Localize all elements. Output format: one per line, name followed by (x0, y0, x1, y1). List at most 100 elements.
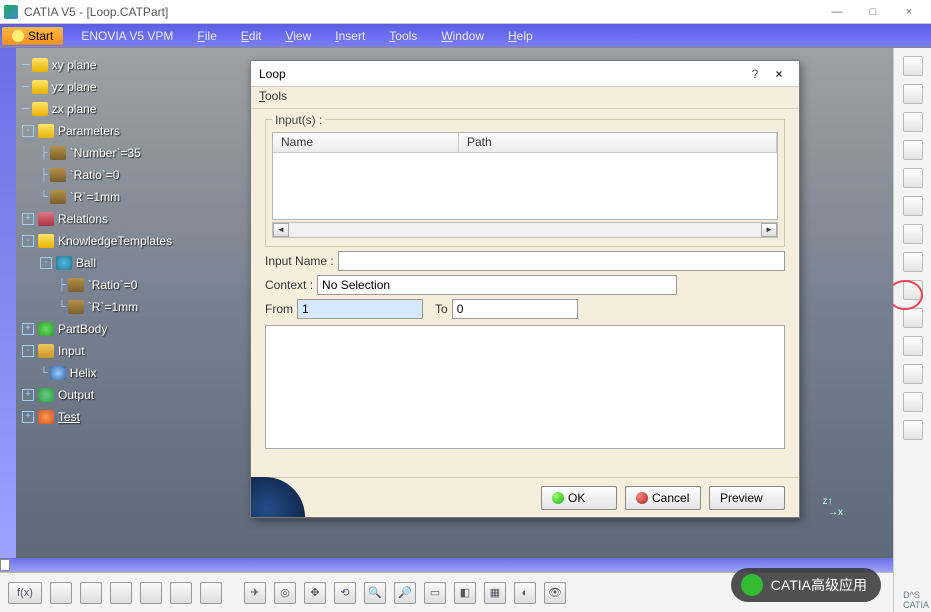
start-menu[interactable]: Start (2, 27, 63, 45)
tool-btn-3[interactable] (110, 582, 132, 604)
tree-zx-plane[interactable]: zx plane (52, 99, 97, 119)
tool-icon[interactable] (903, 56, 923, 76)
tool-btn-1[interactable] (50, 582, 72, 604)
dialog-menu-tools[interactable]: Tools (259, 89, 287, 103)
cancel-button[interactable]: Cancel (625, 486, 701, 510)
from-field[interactable] (297, 299, 423, 319)
normal-button[interactable]: ▭ (424, 582, 446, 604)
output-icon (38, 388, 54, 402)
search-icon[interactable] (903, 308, 923, 328)
iso-button[interactable]: ◧ (454, 582, 476, 604)
table-icon[interactable] (903, 252, 923, 272)
dialog-titlebar[interactable]: Loop ? × (251, 61, 799, 87)
left-toolbar-strip (0, 48, 16, 572)
expand-icon[interactable]: + (22, 389, 34, 401)
fx-icon[interactable] (903, 112, 923, 132)
input-name-field[interactable] (338, 251, 785, 271)
menu-tools[interactable]: Tools (377, 27, 429, 45)
ok-button[interactable]: OK (541, 486, 617, 510)
chat-icon[interactable] (903, 336, 923, 356)
tree-test[interactable]: Test (58, 407, 80, 427)
col-name[interactable]: Name (273, 133, 459, 152)
gear2-icon[interactable] (903, 420, 923, 440)
to-field[interactable] (452, 299, 578, 319)
tree-param-number[interactable]: `Number`=35 (70, 143, 141, 163)
gamepad-icon[interactable] (903, 168, 923, 188)
menu-edit[interactable]: Edit (229, 27, 274, 45)
maximize-button[interactable]: □ (855, 2, 891, 22)
expand-icon[interactable]: + (22, 213, 34, 225)
collapse-icon[interactable]: - (22, 235, 34, 247)
loop-dialog: Loop ? × Tools Input(s) : Name Path ◄ ► … (250, 60, 800, 518)
arrow-icon[interactable] (903, 84, 923, 104)
menu-window[interactable]: Window (429, 27, 496, 45)
gear-icon (56, 256, 72, 270)
tree-ball-r[interactable]: `R`=1mm (88, 297, 138, 317)
tree-param-r[interactable]: `R`=1mm (70, 187, 120, 207)
vb-icon[interactable] (903, 364, 923, 384)
tool-btn-6[interactable] (200, 582, 222, 604)
wechat-watermark: CATIA高级应用 (731, 568, 881, 602)
collapse-icon[interactable]: - (22, 125, 34, 137)
zoomin-button[interactable]: 🔍 (364, 582, 386, 604)
shade-button[interactable]: ◐ (514, 582, 536, 604)
scroll-right-icon[interactable]: ► (761, 223, 777, 237)
scroll-left-icon[interactable]: ◄ (273, 223, 289, 237)
tree-knowledge-templates[interactable]: KnowledgeTemplates (58, 231, 172, 251)
aim-button[interactable]: ◎ (274, 582, 296, 604)
input-name-label: Input Name : (265, 254, 334, 268)
tree-ball-ratio[interactable]: `Ratio`=0 (88, 275, 138, 295)
disk-icon[interactable] (903, 392, 923, 412)
check-icon[interactable] (903, 140, 923, 160)
context-field[interactable] (317, 275, 677, 295)
rotate-button[interactable]: ⟲ (334, 582, 356, 604)
inputs-legend: Input(s) : (272, 113, 325, 127)
hide-button[interactable]: 👁 (544, 582, 566, 604)
tool-btn-5[interactable] (170, 582, 192, 604)
tree-partbody[interactable]: PartBody (58, 319, 107, 339)
close-button[interactable]: × (891, 2, 927, 22)
tree-helix[interactable]: Helix (70, 363, 97, 383)
tree-output[interactable]: Output (58, 385, 94, 405)
script-textarea[interactable] (265, 325, 785, 449)
menu-enovia[interactable]: ENOVIA V5 VPM (69, 27, 185, 45)
menu-view[interactable]: View (273, 27, 323, 45)
tree-param-ratio[interactable]: `Ratio`=0 (70, 165, 120, 185)
dialog-help-button[interactable]: ? (743, 67, 767, 81)
dialog-close-button[interactable]: × (767, 67, 791, 81)
horizontal-scrollbar[interactable]: ◄ ► (272, 222, 778, 238)
expand-icon[interactable]: + (22, 323, 34, 335)
note-icon[interactable] (903, 196, 923, 216)
tree-yz-plane[interactable]: yz plane (52, 77, 97, 97)
tool-btn-2[interactable] (80, 582, 102, 604)
expand-icon[interactable]: + (22, 411, 34, 423)
compass-axis[interactable]: z↑ →x (822, 496, 843, 518)
inputs-listbox[interactable]: Name Path (272, 132, 778, 220)
collapse-icon[interactable]: - (22, 345, 34, 357)
param-icon (50, 190, 66, 204)
preview-button[interactable]: Preview (709, 486, 785, 510)
menu-insert[interactable]: Insert (323, 27, 377, 45)
loop-icon[interactable] (903, 224, 923, 244)
render-button[interactable]: ▦ (484, 582, 506, 604)
spec-tree[interactable]: ─xy plane ─yz plane ─zx plane -Parameter… (22, 54, 172, 428)
tree-parameters[interactable]: Parameters (58, 121, 120, 141)
zoomout-button[interactable]: 🔎 (394, 582, 416, 604)
pan-button[interactable]: ✥ (304, 582, 326, 604)
collapse-icon[interactable]: - (40, 257, 52, 269)
tree-ball[interactable]: Ball (76, 253, 96, 273)
params-icon (38, 124, 54, 138)
col-path[interactable]: Path (459, 133, 777, 152)
menu-file[interactable]: File (185, 27, 228, 45)
tree-relations[interactable]: Relations (58, 209, 108, 229)
dialog-menu: Tools (251, 87, 799, 109)
tree-xy-plane[interactable]: xy plane (52, 55, 97, 75)
minimize-button[interactable]: — (819, 2, 855, 22)
menu-help[interactable]: Help (496, 27, 545, 45)
tree-input[interactable]: Input (58, 341, 85, 361)
inputs-fieldset: Input(s) : Name Path ◄ ► (265, 119, 785, 247)
tool-btn-4[interactable] (140, 582, 162, 604)
input-icon (38, 344, 54, 358)
fly-button[interactable]: ✈ (244, 582, 266, 604)
fx-button[interactable]: f(x) (8, 582, 42, 604)
